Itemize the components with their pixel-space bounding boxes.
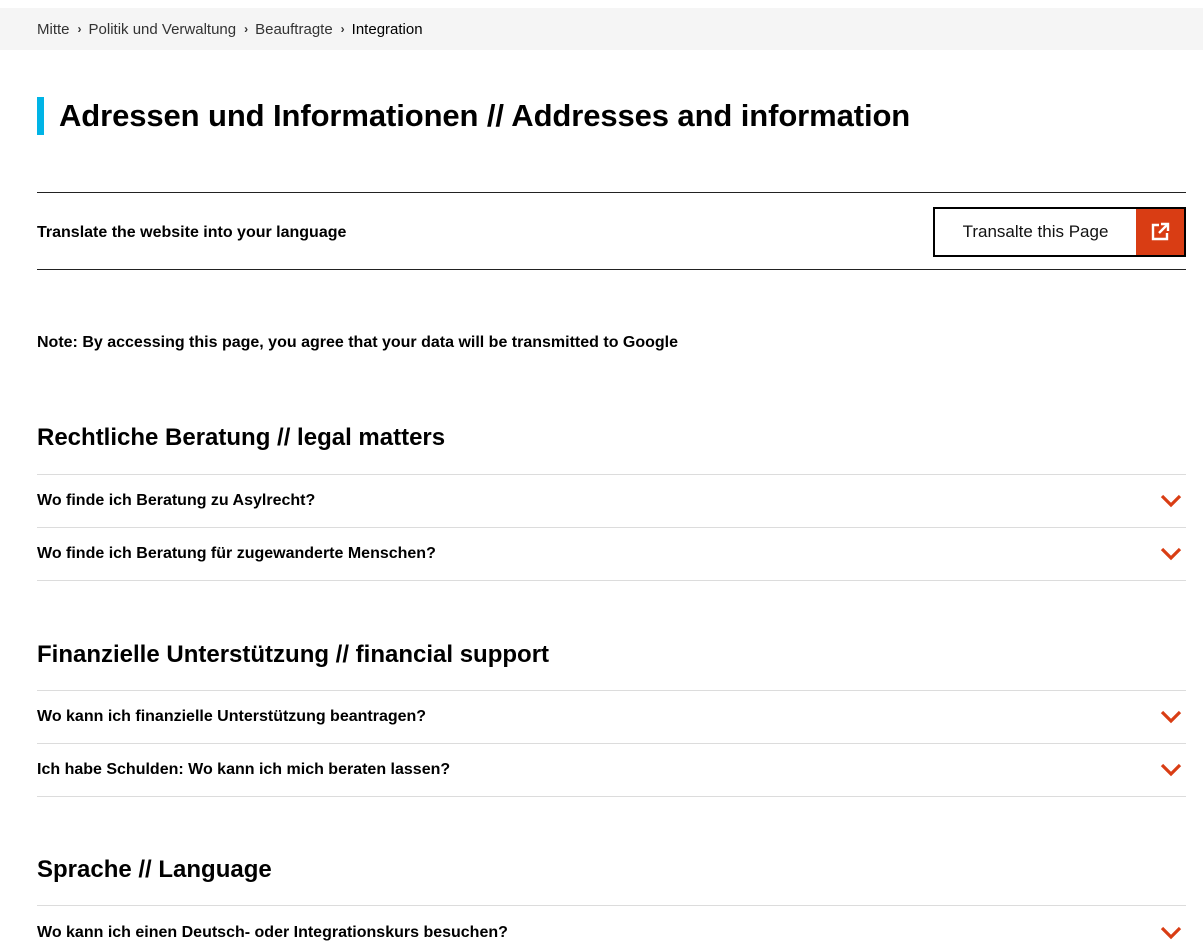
breadcrumb-separator-icon: › bbox=[77, 22, 82, 36]
faq-item[interactable]: Wo finde ich Beratung für zugewanderte M… bbox=[37, 527, 1186, 581]
google-note: Note: By accessing this page, you agree … bbox=[37, 334, 679, 351]
page-title: Adressen und Informationen // Addresses … bbox=[59, 98, 911, 133]
page-title-wrap: Adressen und Informationen // Addresses … bbox=[37, 96, 910, 136]
breadcrumb-current: Integration bbox=[351, 20, 423, 38]
section-heading-language: Sprache // Language bbox=[37, 856, 272, 883]
translate-row: Translate the website into your language… bbox=[37, 192, 1186, 270]
faq-question: Wo finde ich Beratung zu Asylrecht? bbox=[37, 492, 316, 509]
translate-page-button[interactable]: Transalte this Page bbox=[933, 207, 1186, 257]
breadcrumb: Mitte › Politik und Verwaltung › Beauftr… bbox=[0, 8, 1203, 50]
breadcrumb-item-politik-und-verwaltung[interactable]: Politik und Verwaltung bbox=[89, 21, 237, 38]
title-accent-bar bbox=[37, 97, 44, 135]
chevron-down-icon bbox=[1160, 494, 1182, 508]
faq-question: Wo finde ich Beratung für zugewanderte M… bbox=[37, 545, 436, 562]
page: Mitte › Politik und Verwaltung › Beauftr… bbox=[0, 0, 1203, 950]
chevron-down-icon bbox=[1160, 763, 1182, 777]
faq-item[interactable]: Wo kann ich einen Deutsch- oder Integrat… bbox=[37, 905, 1186, 950]
faq-question: Wo kann ich finanzielle Unterstützung be… bbox=[37, 708, 427, 725]
external-link-icon bbox=[1136, 209, 1184, 255]
faq-list-financial: Wo kann ich finanzielle Unterstützung be… bbox=[37, 690, 1186, 797]
breadcrumb-separator-icon: › bbox=[340, 22, 345, 36]
faq-item[interactable]: Ich habe Schulden: Wo kann ich mich bera… bbox=[37, 743, 1186, 797]
section-heading-financial: Finanzielle Unterstützung // financial s… bbox=[37, 641, 550, 668]
translate-button-label: Transalte this Page bbox=[962, 222, 1109, 241]
faq-question: Ich habe Schulden: Wo kann ich mich bera… bbox=[37, 761, 451, 778]
breadcrumb-item-mitte[interactable]: Mitte bbox=[37, 21, 70, 38]
section-heading-legal: Rechtliche Beratung // legal matters bbox=[37, 424, 446, 451]
chevron-down-icon bbox=[1160, 547, 1182, 561]
breadcrumb-separator-icon: › bbox=[244, 22, 249, 36]
translate-text: Translate the website into your language bbox=[37, 224, 347, 241]
chevron-down-icon bbox=[1160, 710, 1182, 724]
breadcrumb-item-beauftragte[interactable]: Beauftragte bbox=[255, 21, 333, 38]
chevron-down-icon bbox=[1160, 926, 1182, 939]
faq-item[interactable]: Wo finde ich Beratung zu Asylrecht? bbox=[37, 474, 1186, 527]
faq-item[interactable]: Wo kann ich finanzielle Unterstützung be… bbox=[37, 690, 1186, 743]
faq-question: Wo kann ich einen Deutsch- oder Integrat… bbox=[37, 923, 508, 941]
faq-list-language: Wo kann ich einen Deutsch- oder Integrat… bbox=[37, 905, 1186, 950]
faq-list-legal: Wo finde ich Beratung zu Asylrecht? Wo f… bbox=[37, 474, 1186, 581]
